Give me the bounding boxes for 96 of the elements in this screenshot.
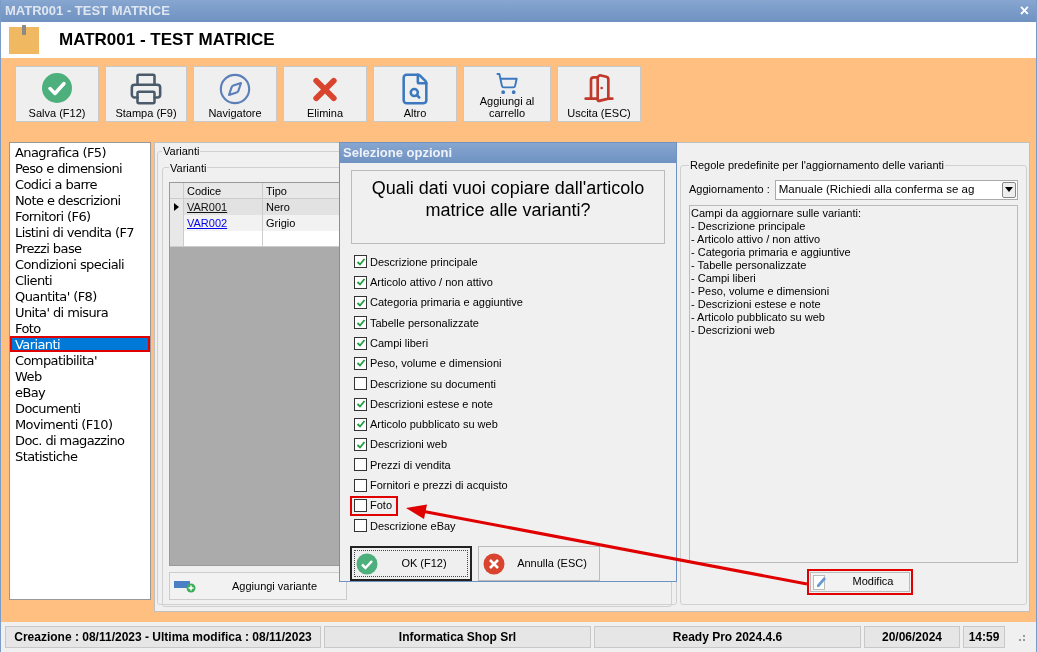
sidebar-item[interactable]: Doc. di magazzino xyxy=(10,432,150,448)
checkbox[interactable] xyxy=(354,519,367,533)
sidebar-item[interactable]: Fornitori (F6) xyxy=(10,208,150,224)
checkmark-circle-icon xyxy=(41,72,73,104)
sidebar-item[interactable]: Codici a barre xyxy=(10,176,150,192)
row-pointer-icon xyxy=(174,203,179,211)
edit-button[interactable]: Modifica xyxy=(809,571,910,592)
toolbar-button[interactable]: Elimina xyxy=(283,66,367,122)
cancel-circle-icon xyxy=(483,552,505,575)
checkbox[interactable] xyxy=(354,397,367,411)
toolbar-button[interactable]: Salva (F12) xyxy=(15,66,99,122)
exit-door-icon xyxy=(583,72,615,104)
table-cell-text: Grigio xyxy=(265,216,297,231)
group-label: Varianti xyxy=(169,160,208,176)
toolbar-button[interactable]: Navigatore xyxy=(193,66,277,122)
option-label: Descrizioni estese e note xyxy=(370,396,493,412)
checkbox[interactable] xyxy=(354,377,367,391)
toolbar-button[interactable]: Stampa (F9) xyxy=(105,66,187,122)
checkbox[interactable] xyxy=(354,336,367,350)
checkmark-circle-icon xyxy=(356,552,378,575)
option-label: Descrizione principale xyxy=(370,254,478,270)
text-line: - Categoria primaria e aggiuntive xyxy=(691,245,852,259)
option-label: Fornitori e prezzi di acquisto xyxy=(370,478,508,493)
option-label: Campi liberi xyxy=(370,335,429,351)
box-icon xyxy=(9,25,39,55)
sidebar-item[interactable]: Condizioni speciali xyxy=(10,256,150,272)
sidebar-item[interactable]: Listini di vendita (F7 xyxy=(10,224,150,240)
text-line: - Articolo pubblicato su web xyxy=(691,310,826,324)
option-label: Peso, volume e dimensioni xyxy=(370,356,502,372)
add-variant-button[interactable]: Aggiungi variante xyxy=(169,572,347,600)
sidebar-item[interactable]: Compatibilita' xyxy=(10,352,150,368)
dialog-title: Selezione opzioni xyxy=(343,144,453,162)
window-title: MATR001 - TEST MATRICE xyxy=(5,2,170,21)
toolbar-button[interactable]: Uscita (ESC) xyxy=(557,66,641,122)
sidebar-item[interactable]: Foto xyxy=(10,320,150,336)
sidebar-item[interactable]: Prezzi base xyxy=(10,240,150,256)
sidebar-item[interactable]: Anagrafica (F5) xyxy=(10,144,150,160)
checkbox[interactable] xyxy=(354,478,367,492)
sidebar-item[interactable]: Quantita' (F8) xyxy=(10,288,150,304)
status-field: Creazione : 08/11/2023 - Ultima modifica : 08/11/2023 xyxy=(5,626,321,648)
checkbox[interactable] xyxy=(354,417,367,431)
printer-icon xyxy=(129,72,163,106)
sidebar-item[interactable]: Note e descrizioni xyxy=(10,192,150,208)
resize-grip-icon xyxy=(1016,632,1026,642)
status-field: 20/06/2024 xyxy=(864,626,960,648)
text-line: - Descrizioni web xyxy=(691,323,776,337)
option-label: Descrizione su documenti xyxy=(370,376,496,392)
text-line: - Descrizione principale xyxy=(691,219,807,233)
checkbox[interactable] xyxy=(354,438,367,452)
checkbox[interactable] xyxy=(354,255,367,269)
checkbox[interactable] xyxy=(354,458,367,472)
toolbar-button[interactable]: Aggiungi al carrello xyxy=(463,66,551,122)
edit-page-icon xyxy=(812,573,827,590)
text-line: - Peso, volume e dimensioni xyxy=(691,284,831,298)
sidebar-item[interactable]: Statistiche xyxy=(10,448,150,464)
option-label: Articolo pubblicato su web xyxy=(370,417,498,433)
sidebar-item[interactable]: Web xyxy=(10,368,150,384)
add-item-icon xyxy=(174,579,196,593)
checkbox[interactable] xyxy=(354,499,367,513)
text-line: Campi da aggiornare sulle varianti: xyxy=(691,206,862,220)
field-label: Aggiornamento : xyxy=(689,182,770,198)
toolbar-button[interactable]: Altro xyxy=(373,66,457,122)
status-field: Informatica Shop Srl xyxy=(324,626,591,648)
sidebar-item[interactable]: Unita' di misura xyxy=(10,304,150,320)
column-header: Codice xyxy=(184,183,263,198)
status-field: 14:59 xyxy=(963,626,1005,648)
compass-icon xyxy=(218,72,252,106)
update-mode-dropdown[interactable]: Manuale (Richiedi alla conferma se ag xyxy=(774,179,1018,200)
checkbox[interactable] xyxy=(354,275,367,289)
cancel-button[interactable]: Annulla (ESC) xyxy=(478,546,600,581)
option-label: Categoria primaria e aggiuntive xyxy=(370,295,523,311)
table-cell-text: Nero xyxy=(265,200,291,215)
group-label: Regole predefinite per l'aggiornamento delle varianti xyxy=(689,158,946,173)
option-label: Tabelle personalizzate xyxy=(370,315,479,331)
option-label: Descrizione eBay xyxy=(370,518,456,534)
option-label: Prezzi di vendita xyxy=(370,457,451,473)
checkbox[interactable] xyxy=(354,296,367,310)
sidebar-item[interactable]: eBay xyxy=(10,384,150,400)
text-line: - Articolo attivo / non attivo xyxy=(691,232,821,246)
status-field: Ready Pro 2024.4.6 xyxy=(594,626,861,648)
option-label: Descrizioni web xyxy=(370,437,448,453)
text-line: - Tabelle personalizzate xyxy=(691,258,808,272)
header-title: MATR001 - TEST MATRICE xyxy=(59,29,275,52)
sidebar-item[interactable]: Varianti xyxy=(10,336,150,352)
checkbox[interactable] xyxy=(354,316,367,330)
text-line: - Campi liberi xyxy=(691,271,757,285)
sidebar-item[interactable]: Clienti xyxy=(10,272,150,288)
sidebar-item[interactable]: Movimenti (F10) xyxy=(10,416,150,432)
sidebar-item[interactable]: Documenti xyxy=(10,400,150,416)
option-label: Foto xyxy=(370,498,392,514)
ok-button[interactable]: OK (F12) xyxy=(350,546,472,581)
checkbox[interactable] xyxy=(354,356,367,370)
text-line: - Descrizioni estese e note xyxy=(691,297,822,311)
option-label: Articolo attivo / non attivo xyxy=(370,275,493,291)
sidebar-item[interactable]: Peso e dimensioni xyxy=(10,160,150,176)
group-label: Varianti xyxy=(162,144,201,159)
